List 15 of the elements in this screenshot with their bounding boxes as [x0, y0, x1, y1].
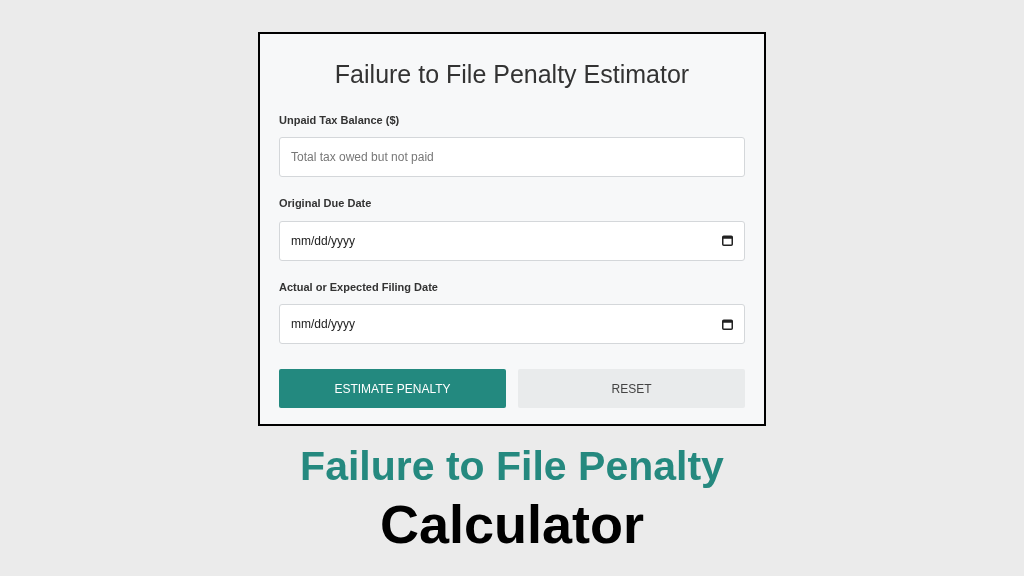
- reset-button[interactable]: RESET: [518, 369, 745, 408]
- calendar-icon[interactable]: [722, 235, 733, 246]
- field-label: Original Due Date: [279, 196, 372, 211]
- field-label: Actual or Expected Filing Date: [279, 279, 438, 295]
- estimate-button[interactable]: ESTIMATE PENALTY: [279, 369, 506, 408]
- date-field[interactable]: mm/dd/yyyy: [279, 304, 745, 344]
- calendar-icon[interactable]: [722, 318, 733, 330]
- field-label: Unpaid Tax Balance ($): [279, 112, 400, 128]
- date-field[interactable]: mm/dd/yyyy: [279, 220, 745, 261]
- page-subheading: Calculator: [379, 493, 645, 556]
- date-placeholder: mm/dd/yyyy: [291, 232, 355, 250]
- form-title: Failure to File Penalty Estimator: [334, 59, 690, 90]
- input-field[interactable]: Total tax owed but not paid: [279, 137, 745, 177]
- page-heading: Failure to File Penalty: [300, 442, 724, 491]
- date-placeholder: mm/dd/yyyy: [291, 316, 355, 333]
